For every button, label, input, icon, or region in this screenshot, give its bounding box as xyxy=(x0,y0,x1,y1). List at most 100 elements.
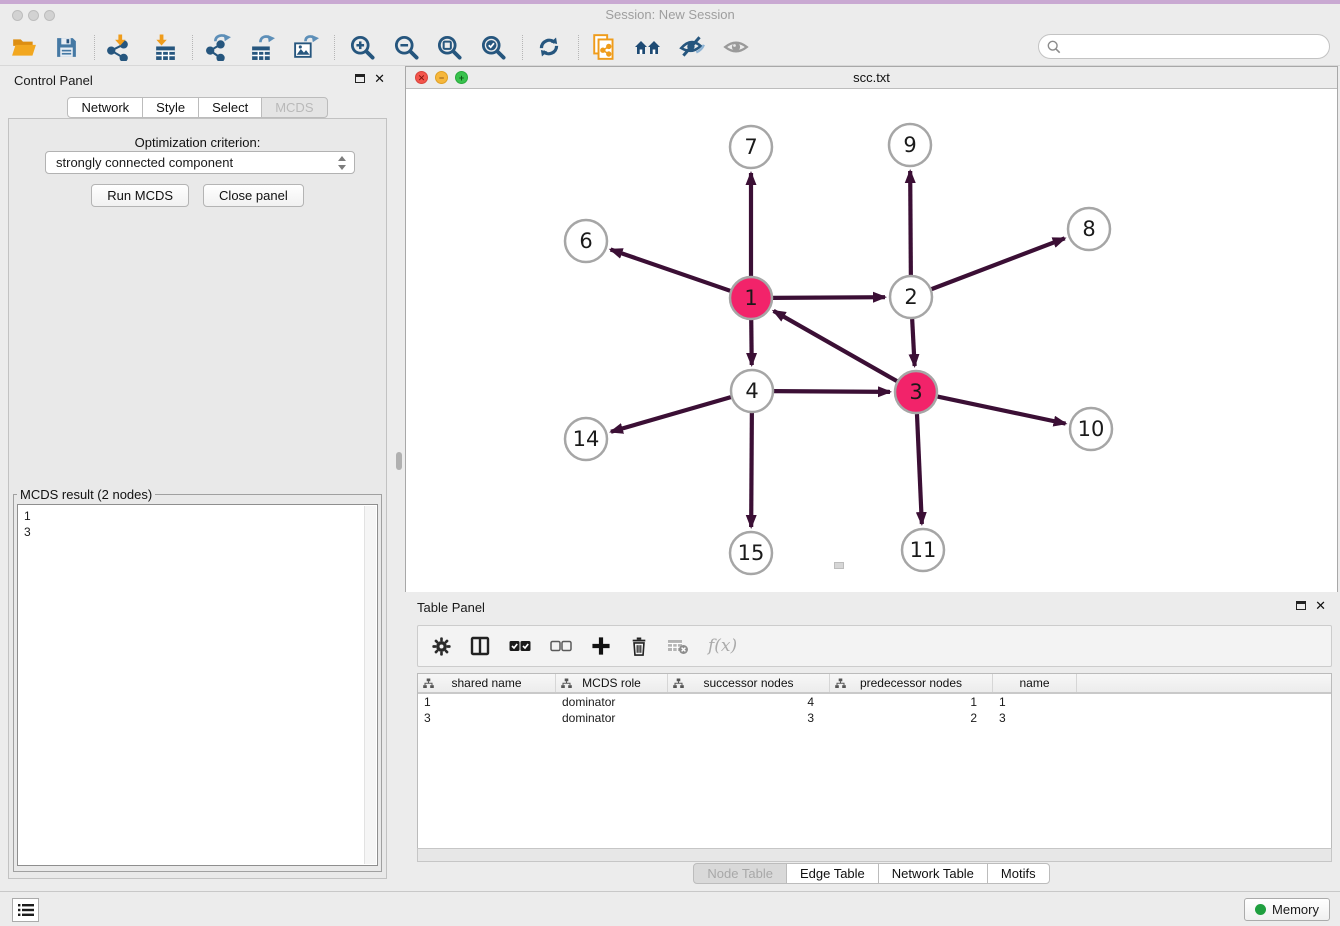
float-table-panel-icon[interactable] xyxy=(1296,601,1306,610)
graph-node-14[interactable]: 14 xyxy=(565,418,607,460)
criterion-select[interactable]: strongly connected component xyxy=(45,151,355,174)
memory-label: Memory xyxy=(1272,902,1319,917)
export-network-icon xyxy=(205,34,232,61)
tab-select[interactable]: Select xyxy=(198,97,262,118)
search-field[interactable] xyxy=(1038,34,1330,59)
show-eye-icon xyxy=(722,33,750,61)
table-tab-edge-table[interactable]: Edge Table xyxy=(786,863,879,884)
search-input[interactable] xyxy=(1066,39,1329,54)
mcds-result-box[interactable]: 13 xyxy=(17,504,378,866)
deselect-all-button[interactable] xyxy=(550,640,572,652)
column-selector-button[interactable] xyxy=(470,636,490,656)
export-image-button[interactable] xyxy=(287,31,323,63)
table-tab-node-table[interactable]: Node Table xyxy=(693,863,787,884)
graph-edge-2-3[interactable] xyxy=(912,319,914,366)
tab-style[interactable]: Style xyxy=(142,97,199,118)
memory-button[interactable]: Memory xyxy=(1244,898,1330,921)
zoom-fit-button[interactable] xyxy=(431,31,467,63)
close-panel-icon[interactable]: ✕ xyxy=(374,73,385,84)
toolbar-separator xyxy=(334,35,335,60)
column-header-successor-nodes[interactable]: successor nodes xyxy=(668,674,830,692)
toolbar-separator xyxy=(94,35,95,60)
table-horizontal-scrollbar[interactable] xyxy=(417,848,1332,862)
table-settings-button[interactable] xyxy=(432,637,451,656)
network-window-titlebar[interactable]: ✕ − + scc.txt xyxy=(406,67,1337,89)
import-network-icon xyxy=(105,34,132,61)
show-all-button[interactable] xyxy=(718,31,754,63)
graph-edge-4-3[interactable] xyxy=(774,391,890,392)
table-cell: dominator xyxy=(556,694,668,710)
export-table-button[interactable] xyxy=(244,31,280,63)
column-header-name[interactable]: name xyxy=(993,674,1077,692)
graph-edge-3-11[interactable] xyxy=(917,414,922,524)
column-header-predecessor-nodes[interactable]: predecessor nodes xyxy=(830,674,993,692)
graph-node-7[interactable]: 7 xyxy=(730,126,772,168)
column-header-shared-name[interactable]: shared name xyxy=(418,674,556,692)
apply-layout-button[interactable] xyxy=(531,31,567,63)
close-panel-button[interactable]: Close panel xyxy=(203,184,304,207)
graph-edge-1-2[interactable] xyxy=(773,297,885,298)
export-network-button[interactable] xyxy=(200,31,236,63)
import-network-button[interactable] xyxy=(100,31,136,63)
network-canvas[interactable]: 7 9 6 8 1 2 4 3 14 10 15 11 xyxy=(406,89,1337,592)
graph-node-9[interactable]: 9 xyxy=(889,124,931,166)
graph-edge-3-1[interactable] xyxy=(774,311,897,381)
column-header-MCDS-role[interactable]: MCDS role xyxy=(556,674,668,692)
delete-row-button[interactable] xyxy=(630,636,648,657)
graph-node-2[interactable]: 2 xyxy=(890,276,932,318)
task-history-button[interactable] xyxy=(12,898,39,922)
svg-text:4: 4 xyxy=(745,379,758,403)
table-tab-network-table[interactable]: Network Table xyxy=(878,863,988,884)
result-scrollbar[interactable] xyxy=(364,506,376,864)
graph-edge-2-8[interactable] xyxy=(932,238,1065,289)
memory-status-icon xyxy=(1255,904,1266,915)
graph-edge-1-6[interactable] xyxy=(611,249,731,290)
import-table-button[interactable] xyxy=(147,31,183,63)
canvas-scroll-thumb[interactable] xyxy=(834,562,844,569)
table-row[interactable]: 3dominator323 xyxy=(418,710,1331,726)
ndex-button[interactable] xyxy=(630,31,666,63)
delete-table-icon xyxy=(667,637,689,655)
graph-node-6[interactable]: 6 xyxy=(565,220,607,262)
open-session-button[interactable] xyxy=(6,31,42,63)
table-tab-motifs[interactable]: Motifs xyxy=(987,863,1050,884)
graph-edge-4-14[interactable] xyxy=(611,397,731,432)
graph-edge-3-10[interactable] xyxy=(938,397,1066,424)
graph-node-8[interactable]: 8 xyxy=(1068,208,1110,250)
add-row-button[interactable] xyxy=(591,636,611,656)
zoom-selected-button[interactable] xyxy=(475,31,511,63)
graph-node-11[interactable]: 11 xyxy=(902,529,944,571)
mcds-panel: Optimization criterion: strongly connect… xyxy=(8,118,387,879)
table-header-row: shared name MCDS rolesuccessor nodesprede… xyxy=(418,674,1331,694)
graph-node-15[interactable]: 15 xyxy=(730,532,772,574)
panel-splitter-grip[interactable] xyxy=(396,452,402,470)
table-row[interactable]: 1dominator411 xyxy=(418,694,1331,710)
clone-network-button[interactable] xyxy=(587,31,623,63)
select-all-button[interactable] xyxy=(509,640,531,652)
graph-node-3[interactable]: 3 xyxy=(895,371,937,413)
tab-network[interactable]: Network xyxy=(67,97,143,118)
svg-text:3: 3 xyxy=(909,380,922,404)
status-bar: Memory xyxy=(0,891,1340,926)
graph-edge-2-9[interactable] xyxy=(910,171,911,275)
attribute-tree-icon xyxy=(835,678,846,689)
deselect-all-icon xyxy=(550,640,572,652)
graph-node-4[interactable]: 4 xyxy=(731,370,773,412)
table-cell: 1 xyxy=(830,694,993,710)
svg-text:6: 6 xyxy=(579,229,592,253)
zoom-out-button[interactable] xyxy=(388,31,424,63)
run-mcds-button[interactable]: Run MCDS xyxy=(91,184,189,207)
graph-node-1[interactable]: 1 xyxy=(730,277,772,319)
tab-mcds[interactable]: MCDS xyxy=(261,97,327,118)
float-panel-icon[interactable] xyxy=(355,74,365,83)
hide-eye-icon xyxy=(678,33,706,61)
toolbar-separator xyxy=(522,35,523,60)
save-session-button[interactable] xyxy=(48,31,84,63)
hide-selected-button[interactable] xyxy=(674,31,710,63)
column-label: shared name xyxy=(451,676,521,690)
graph-edge-4-15[interactable] xyxy=(751,413,752,527)
graph-node-10[interactable]: 10 xyxy=(1070,408,1112,450)
zoom-in-button[interactable] xyxy=(344,31,380,63)
clone-network-icon xyxy=(591,33,619,61)
close-table-panel-icon[interactable]: ✕ xyxy=(1315,600,1326,611)
